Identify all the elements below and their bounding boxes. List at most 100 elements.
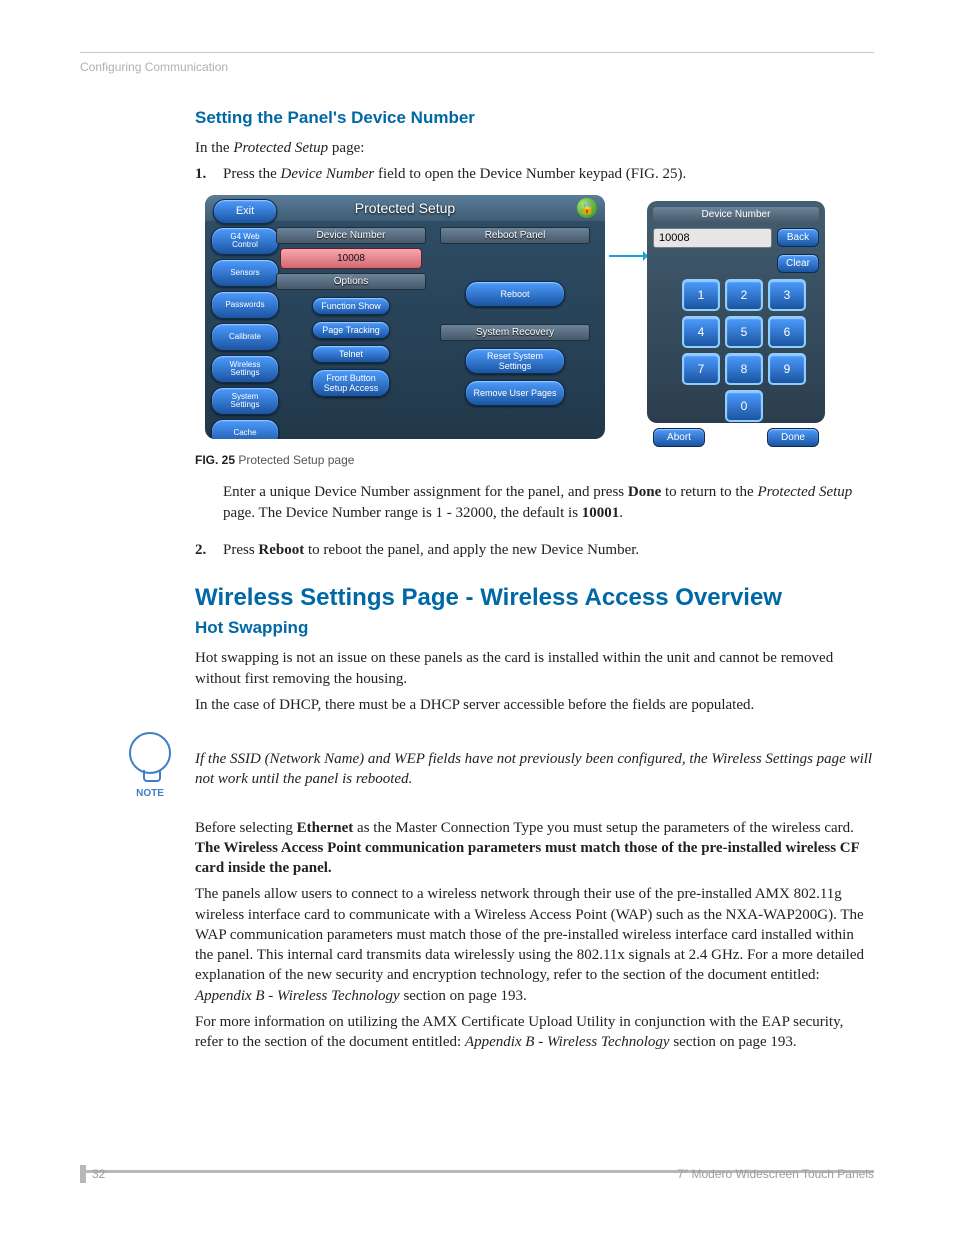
eth-d: The Wireless Access Point communication … (195, 840, 859, 876)
heading-device-number: Setting the Panel's Device Number (195, 108, 874, 128)
s1b-e: Protected Setup (757, 484, 852, 500)
key-9[interactable]: 9 (768, 353, 806, 385)
opt-page-tracking[interactable]: Page Tracking (312, 321, 390, 339)
running-header: Configuring Communication (80, 60, 228, 74)
opt-telnet[interactable]: Telnet (312, 345, 390, 363)
lightbulb-icon (129, 732, 171, 774)
opt-front-button[interactable]: Front Button Setup Access (312, 369, 390, 397)
group-system-recovery: System Recovery (440, 324, 590, 341)
cert-paragraph: For more information on utilizing the AM… (195, 1012, 874, 1053)
figure-number: FIG. 25 (195, 453, 235, 467)
cert-b: Appendix B - Wireless Technology (465, 1034, 670, 1050)
hot-swap-p1: Hot swapping is not an issue on these pa… (195, 648, 874, 689)
arrow-icon (609, 255, 645, 257)
step-list-2: 2. Press Reboot to reboot the panel, and… (195, 540, 874, 560)
keypad-grid: 1 2 3 4 5 6 7 8 9 0 (682, 279, 790, 422)
eth-a: Before selecting (195, 820, 297, 836)
side-g4web[interactable]: G4 Web Control (211, 227, 279, 255)
group-options: Options (276, 273, 426, 290)
key-2[interactable]: 2 (725, 279, 763, 311)
side-sensors[interactable]: Sensors (211, 259, 279, 287)
keypad-abort-button[interactable]: Abort (653, 428, 705, 447)
key-5[interactable]: 5 (725, 316, 763, 348)
s1-b: Device Number (281, 166, 375, 182)
eth-c: as the Master Connection Type you must s… (353, 820, 854, 836)
s1b-g: 10001 (582, 505, 620, 521)
s1b-h: . (619, 505, 623, 521)
lock-icon[interactable]: 🔒 (577, 198, 597, 218)
body-column: Setting the Panel's Device Number In the… (195, 108, 874, 1058)
key-3[interactable]: 3 (768, 279, 806, 311)
step-2: 2. Press Reboot to reboot the panel, and… (195, 540, 874, 560)
intro-post: page: (328, 140, 364, 156)
intro-line: In the Protected Setup page: (195, 138, 874, 158)
s1-a: Press the (223, 166, 281, 182)
figure-caption-text: Protected Setup page (235, 453, 354, 467)
step-1-text: Press the Device Number field to open th… (223, 164, 686, 184)
figure-caption: FIG. 25 Protected Setup page (195, 453, 874, 467)
ethernet-paragraph: Before selecting Ethernet as the Master … (195, 818, 874, 879)
s1b-a: Enter a unique Device Number assignment … (223, 484, 560, 500)
step-2-num: 2. (195, 540, 223, 560)
key-4[interactable]: 4 (682, 316, 720, 348)
footer-title: 7" Modero Widescreen Touch Panels (677, 1167, 874, 1181)
wap-paragraph: The panels allow users to connect to a w… (195, 884, 874, 1006)
exit-button[interactable]: Exit (213, 199, 277, 224)
step-list: 1. Press the Device Number field to open… (195, 164, 874, 184)
remove-pages-button[interactable]: Remove User Pages (465, 380, 565, 406)
s2-b: Reboot (258, 542, 304, 558)
page-number: 32 (92, 1167, 105, 1181)
s1b-c: and press (568, 484, 628, 500)
note-text: If the SSID (Network Name) and WEP field… (195, 749, 874, 790)
heading-wireless-overview: Wireless Settings Page - Wireless Access… (195, 584, 874, 612)
group-reboot: Reboot Panel (440, 227, 590, 244)
step-1-num: 1. (195, 164, 223, 184)
eth-b: Ethernet (297, 820, 354, 836)
intro-pre: In the (195, 140, 233, 156)
step-1: 1. Press the Device Number field to open… (195, 164, 874, 184)
reboot-button[interactable]: Reboot (465, 281, 565, 307)
side-calibrate[interactable]: Calibrate (211, 323, 279, 351)
s1b-f: page. The Device Number range is 1 - 320… (223, 505, 582, 521)
side-cache[interactable]: Cache (211, 419, 279, 439)
step-2-text: Press Reboot to reboot the panel, and ap… (223, 540, 639, 560)
keypad-value-field[interactable]: 10008 (653, 228, 772, 248)
step-1-continued: Enter a unique Device Number assignment … (223, 482, 874, 526)
panel-header: Exit Protected Setup 🔒 (205, 195, 605, 221)
s2-c: to reboot the panel, and apply the new D… (304, 542, 639, 558)
reset-system-button[interactable]: Reset System Settings (465, 348, 565, 374)
group-device-number: Device Number (276, 227, 426, 244)
device-number-keypad: Device Number 10008 Back Clear 1 2 3 4 5… (647, 201, 825, 423)
s2-a: Press (223, 542, 258, 558)
heading-hot-swapping: Hot Swapping (195, 618, 874, 638)
key-1[interactable]: 1 (682, 279, 720, 311)
device-number-field[interactable]: 10008 (280, 248, 422, 269)
side-passwords[interactable]: Passwords (211, 291, 279, 319)
side-wireless[interactable]: Wireless Settings (211, 355, 279, 383)
keypad-clear-button[interactable]: Clear (777, 254, 819, 273)
keypad-title: Device Number (653, 207, 819, 222)
opt-function-show[interactable]: Function Show (312, 297, 390, 315)
key-7[interactable]: 7 (682, 353, 720, 385)
page: Configuring Communication Setting the Pa… (0, 0, 954, 1235)
keypad-done-button[interactable]: Done (767, 428, 819, 447)
key-6[interactable]: 6 (768, 316, 806, 348)
wap-b: Appendix B - Wireless Technology (195, 988, 400, 1004)
cert-c: section on page 193. (670, 1034, 797, 1050)
side-system[interactable]: System Settings (211, 387, 279, 415)
intro-ital: Protected Setup (233, 140, 328, 156)
wap-c: section on page 193. (400, 988, 527, 1004)
footer-bar-icon (80, 1165, 86, 1183)
keypad-back-button[interactable]: Back (777, 228, 819, 247)
note-icon: NOTE (122, 732, 178, 799)
s1b-d: to return to the (661, 484, 757, 500)
s1b-b: , (560, 484, 568, 500)
panel-col-left: Device Number 10008 Options Function Sho… (277, 227, 425, 400)
protected-setup-panel: Exit Protected Setup 🔒 G4 Web Control Se… (205, 195, 605, 439)
note-label: NOTE (122, 788, 178, 799)
figure-25: Exit Protected Setup 🔒 G4 Web Control Se… (195, 195, 874, 443)
wap-a: The panels allow users to connect to a w… (195, 886, 864, 983)
key-8[interactable]: 8 (725, 353, 763, 385)
key-0[interactable]: 0 (725, 390, 763, 422)
s1-c: field to open the Device Number keypad (… (374, 166, 686, 182)
